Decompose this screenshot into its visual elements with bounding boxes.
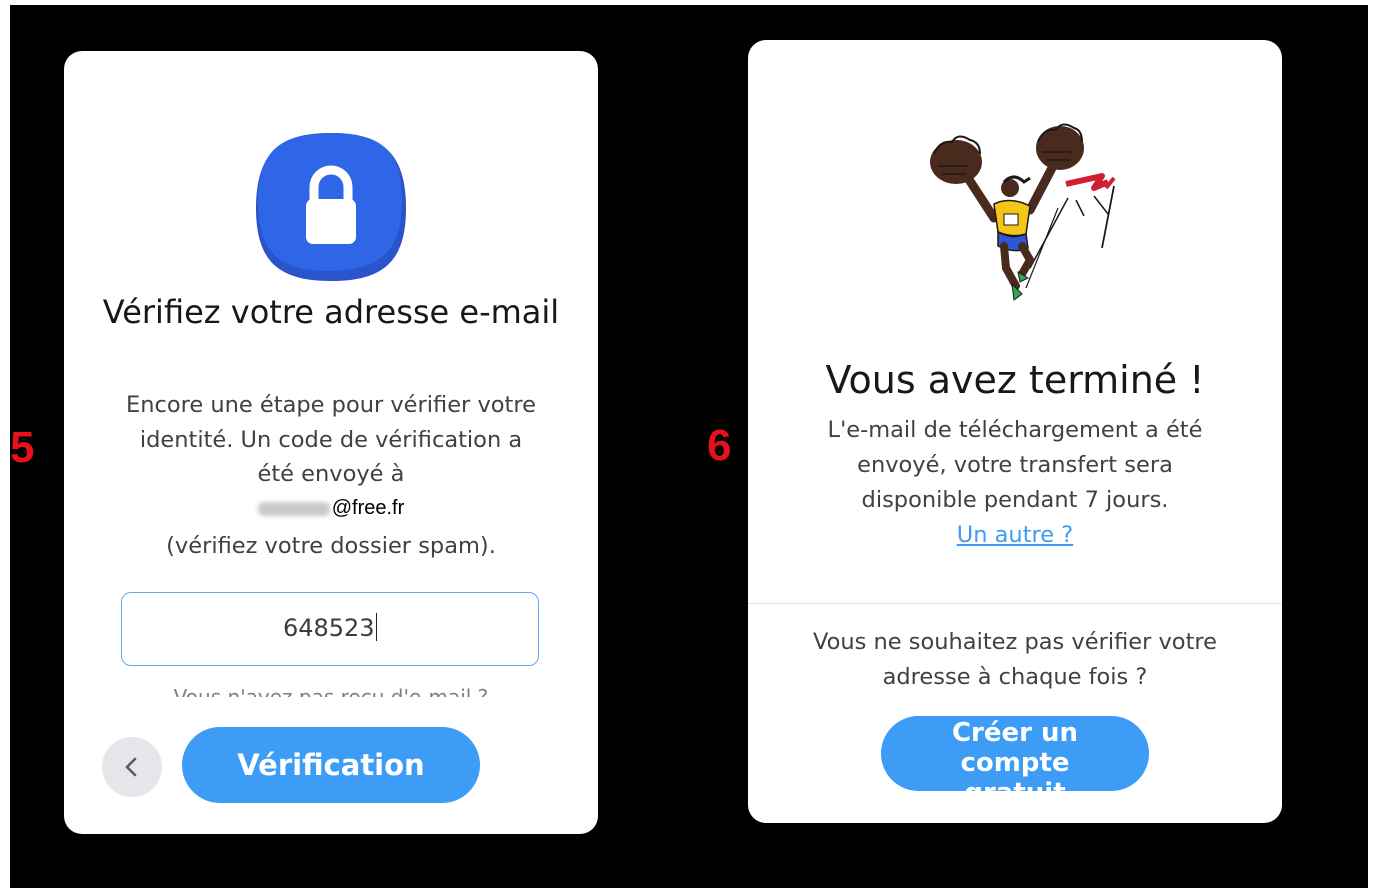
verification-code-value: 648523 xyxy=(282,614,375,642)
done-description: L'e-mail de téléchargement a été envoyé,… xyxy=(827,417,1203,513)
text-caret xyxy=(375,613,378,641)
blurred-username xyxy=(257,501,330,516)
step-number-5: 5 xyxy=(10,423,35,472)
chevron-left-icon xyxy=(125,757,137,777)
resend-code-text: Vous n'avez pas reçu d'e-mail ? xyxy=(174,687,489,697)
email-domain: @free.fr xyxy=(331,497,405,519)
done-title: Vous avez terminé ! xyxy=(825,358,1205,402)
create-account-label: Créer un compte gratuit xyxy=(951,718,1079,791)
spam-note: (vérifiez votre dossier spam). xyxy=(166,533,496,559)
lock-icon xyxy=(256,131,406,281)
finish-line-runner-illustration xyxy=(918,118,1128,308)
step-number-6: 6 xyxy=(707,421,732,470)
transfer-done-card: Vous avez terminé ! L'e-mail de téléchar… xyxy=(748,40,1282,823)
verify-description: Encore une étape pour vérifier votre ide… xyxy=(126,392,536,487)
verify-email-card: Vérifiez votre adresse e-mail Encore une… xyxy=(64,51,598,834)
another-transfer-link[interactable]: Un autre ? xyxy=(748,518,1282,552)
resend-code-link[interactable]: Vous n'avez pas reçu d'e-mail ? xyxy=(64,687,598,697)
account-prompt: Vous ne souhaitez pas vérifier votre adr… xyxy=(812,629,1217,690)
email-address: @free.fr xyxy=(64,495,598,520)
verify-button[interactable]: Vérification xyxy=(182,727,480,803)
divider xyxy=(748,603,1282,604)
verification-code-input[interactable]: 648523 xyxy=(121,592,539,666)
create-account-button[interactable]: Créer un compte gratuit xyxy=(881,716,1149,791)
verify-title: Vérifiez votre adresse e-mail xyxy=(102,293,560,331)
back-button[interactable] xyxy=(102,737,162,797)
